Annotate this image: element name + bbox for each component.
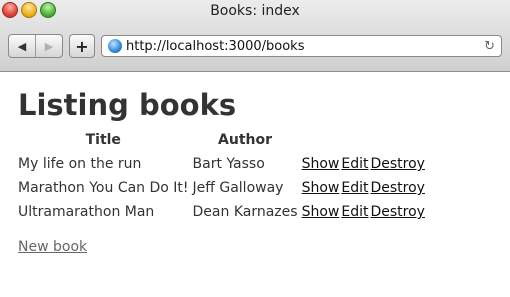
destroy-link[interactable]: Destroy	[370, 204, 424, 220]
show-link[interactable]: Show	[302, 180, 340, 196]
column-header-actions	[339, 130, 368, 153]
page-content: Listing books Title Author My life on th…	[0, 72, 510, 265]
back-forward-group: ◀ ▶	[8, 34, 63, 58]
book-title: Marathon You Can Do It!	[18, 180, 189, 196]
title-bar: Books: index ◀ ▶ + http://localhost:3000…	[0, 0, 510, 72]
forward-button[interactable]: ▶	[35, 35, 62, 57]
globe-icon	[108, 39, 122, 53]
edit-link[interactable]: Edit	[341, 180, 368, 196]
book-title: Ultramarathon Man	[18, 204, 155, 220]
plus-icon: +	[75, 36, 89, 56]
forward-arrow-icon: ▶	[44, 39, 54, 53]
book-author: Bart Yasso	[192, 156, 265, 172]
table-row: Ultramarathon Man Dean Karnazes Show Edi…	[16, 201, 425, 225]
address-bar[interactable]: http://localhost:3000/books ↻	[101, 35, 502, 57]
show-link[interactable]: Show	[302, 156, 340, 172]
table-row: Marathon You Can Do It! Jeff Galloway Sh…	[16, 177, 425, 201]
browser-window: Books: index ◀ ▶ + http://localhost:3000…	[0, 0, 510, 297]
book-title: My life on the run	[18, 156, 142, 172]
destroy-link[interactable]: Destroy	[370, 156, 424, 172]
table-header-row: Title Author	[16, 130, 425, 153]
show-link[interactable]: Show	[302, 204, 340, 220]
window-title: Books: index	[210, 3, 300, 19]
edit-link[interactable]: Edit	[341, 156, 368, 172]
page-title: Listing books	[18, 88, 237, 122]
new-book-link[interactable]: New book	[18, 239, 87, 255]
book-author: Jeff Galloway	[192, 180, 284, 196]
column-header-title: Title	[85, 132, 121, 148]
browser-toolbar: ◀ ▶ + http://localhost:3000/books ↻	[8, 34, 502, 58]
back-arrow-icon: ◀	[17, 39, 27, 53]
add-bookmark-button[interactable]: +	[69, 34, 95, 58]
reload-icon[interactable]: ↻	[484, 39, 495, 54]
destroy-link[interactable]: Destroy	[370, 180, 424, 196]
column-header-actions	[300, 130, 340, 153]
column-header-author: Author	[218, 132, 273, 148]
back-button[interactable]: ◀	[9, 35, 35, 57]
books-table: Title Author My life on the run Bart Yas…	[16, 130, 425, 225]
url-text[interactable]: http://localhost:3000/books	[126, 39, 480, 54]
table-row: My life on the run Bart Yasso Show Edit …	[16, 153, 425, 177]
column-header-actions	[368, 130, 424, 153]
edit-link[interactable]: Edit	[341, 204, 368, 220]
book-author: Dean Karnazes	[192, 204, 298, 220]
